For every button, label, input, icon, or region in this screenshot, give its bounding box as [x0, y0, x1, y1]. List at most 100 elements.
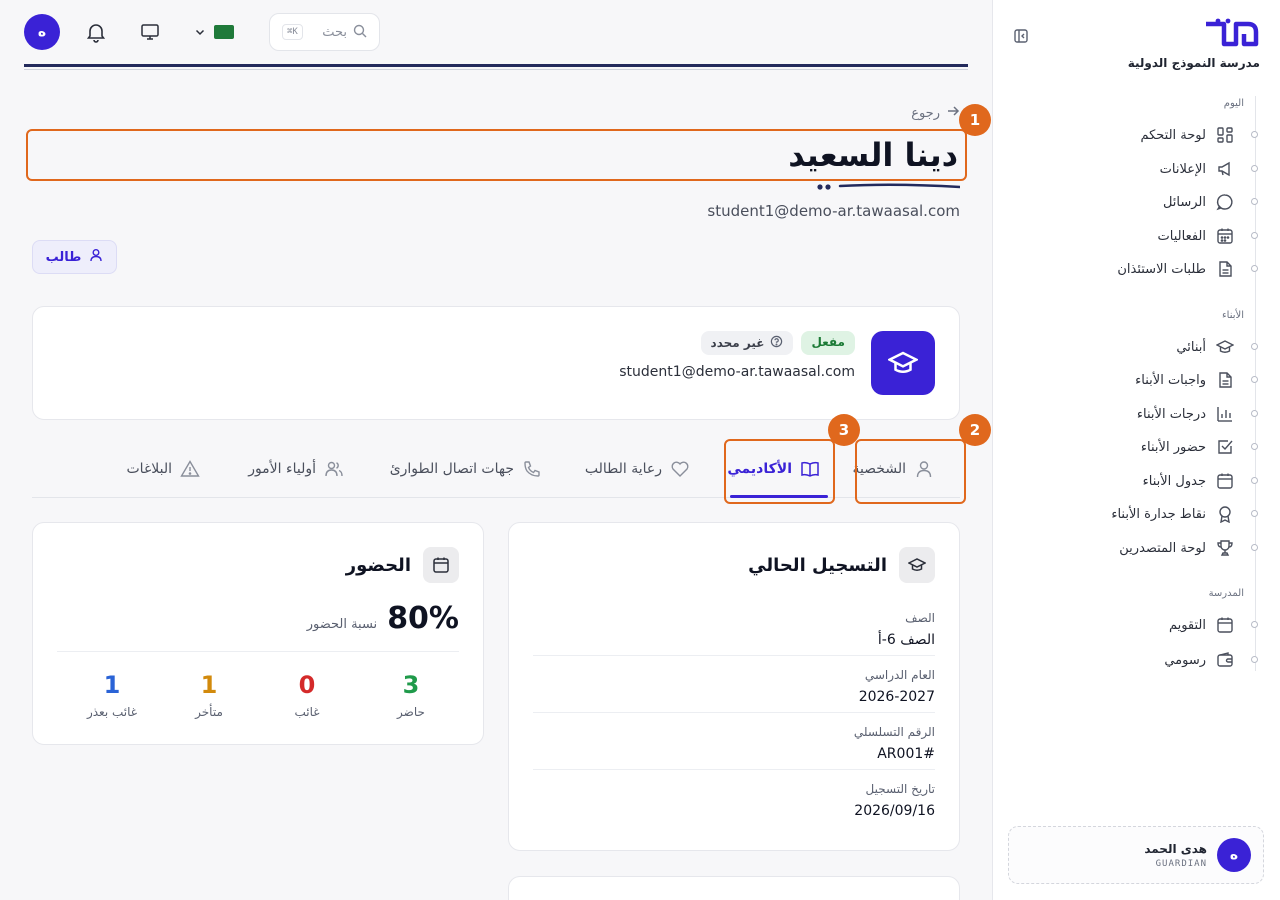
tab-label: البلاغات: [126, 461, 173, 477]
tab-emergency-contacts[interactable]: جهات اتصال الطوارئ: [390, 452, 542, 486]
attendance-percent: 80%: [387, 601, 459, 636]
megaphone-icon: [1216, 160, 1234, 178]
alert-triangle-icon: [180, 459, 200, 479]
search-input[interactable]: بحث K⌘: [269, 13, 380, 51]
current-enrollment-card: التسجيل الحالي الصف الصف 6-أ العام الدرا…: [508, 522, 960, 851]
sidebar-item-children-attendance[interactable]: حضور الأبناء: [1040, 434, 1260, 460]
school-logo[interactable]: [1204, 18, 1260, 48]
status-badge-active: مفعل: [801, 331, 855, 355]
stat-label: غائب بعذر: [86, 705, 138, 719]
header-rule-thin: [24, 69, 968, 70]
enrollment-title: التسجيل الحالي: [748, 554, 887, 576]
tab-label: جهات اتصال الطوارئ: [389, 461, 514, 477]
stat-value: 3: [402, 671, 420, 699]
sidebar-item-children-merit-points[interactable]: نقاط جدارة الأبناء: [1040, 501, 1260, 527]
sidebar-item-my-children[interactable]: أبنائي: [1040, 334, 1260, 360]
sidebar-item-label: جدول الأبناء: [1142, 473, 1206, 489]
field-value: 2026/09/16: [854, 803, 935, 819]
field-label: العام الدراسي: [864, 668, 935, 682]
sidebar-item-label: طلبات الاستئذان: [1117, 261, 1206, 277]
trophy-icon: [1216, 539, 1234, 557]
page-title: دينا السعيد: [788, 136, 958, 174]
sidebar-item-label: الفعاليات: [1157, 228, 1206, 244]
sidebar-item-children-grades[interactable]: درجات الأبناء: [1040, 401, 1260, 427]
student-profile-card: مفعل غير محدد student1@demo-ar.tawaasal.…: [32, 306, 960, 420]
sidebar-item-label: لوحة التحكم: [1140, 127, 1206, 143]
sidebar-item-leaderboard[interactable]: لوحة المتصدرين: [1040, 535, 1260, 561]
annotation-badge-3: 3: [828, 414, 860, 446]
sidebar-item-label: التقويم: [1168, 617, 1206, 633]
arrow-right-icon: [946, 104, 960, 122]
sidebar-item-messages[interactable]: الرسائل: [1040, 189, 1260, 215]
annotation-badge-2: 2: [959, 414, 991, 446]
divider: [57, 651, 459, 652]
stat-excused-absence: 1 غائب بعذر: [62, 671, 162, 719]
sidebar-item-label: واجبات الأبناء: [1135, 372, 1206, 388]
sidebar-item-calendar[interactable]: التقويم: [1040, 612, 1260, 638]
saudi-flag-icon: [214, 25, 234, 39]
field-label: الرقم التسلسلي: [853, 725, 935, 739]
monitor-icon[interactable]: [138, 20, 162, 44]
user-icon: [89, 248, 103, 266]
heart-icon: [670, 459, 690, 479]
field-value: 2026-2027: [858, 689, 935, 705]
sidebar-item-dashboard[interactable]: لوحة التحكم: [1040, 122, 1260, 148]
sidebar-item-label: رسومي: [1164, 652, 1206, 668]
current-user-card[interactable]: ه هدى الحمد GUARDIAN: [1008, 826, 1264, 884]
section-label-children: الأبناء: [1221, 310, 1244, 321]
avatar[interactable]: ه: [24, 14, 60, 50]
sidebar-item-children-schedule[interactable]: جدول الأبناء: [1040, 468, 1260, 494]
sidebar-item-label: حضور الأبناء: [1140, 439, 1206, 455]
attendance-card: الحضور 80% نسبة الحضور 3 حاضر 0 غائب 1 م…: [32, 522, 484, 745]
tab-label: رعاية الطالب: [584, 461, 662, 477]
tab-student-care[interactable]: رعاية الطالب: [585, 452, 690, 486]
sidebar-item-my-fees[interactable]: رسومي: [1040, 647, 1260, 673]
sidebar-item-label: لوحة المتصدرين: [1119, 540, 1206, 556]
user-name: هدى الحمد: [1144, 841, 1207, 856]
next-card: [508, 876, 960, 900]
stat-present: 3 حاضر: [361, 671, 461, 719]
tab-reports[interactable]: البلاغات: [127, 452, 201, 486]
tab-label: أولياء الأمور: [248, 461, 316, 477]
document-icon: [1216, 371, 1234, 389]
language-select[interactable]: [194, 20, 234, 44]
sidebar-item-children-homework[interactable]: واجبات الأبناء: [1040, 367, 1260, 393]
field-value: الصف 6-أ: [877, 632, 935, 648]
student-email: student1@demo-ar.tawaasal.com: [707, 202, 960, 220]
personal-tab-highlight-box: [855, 439, 966, 504]
tab-guardians[interactable]: أولياء الأمور: [248, 452, 344, 486]
stat-label: غائب: [294, 705, 320, 719]
bar-chart-icon: [1216, 405, 1234, 423]
bell-icon[interactable]: [84, 20, 108, 44]
title-highlight-box: دينا السعيد: [26, 129, 967, 181]
sidebar-item-permission-requests[interactable]: طلبات الاستئذان: [1040, 256, 1260, 282]
stat-absent: 0 غائب: [257, 671, 357, 719]
sidebar-item-label: أبنائي: [1176, 339, 1206, 355]
search-placeholder: بحث: [322, 24, 347, 40]
sidebar-item-announcements[interactable]: الإعلانات: [1040, 156, 1260, 182]
enrollment-field-academic-year: العام الدراسي 2026-2027: [533, 656, 935, 713]
back-label: رجوع: [911, 105, 940, 121]
document-icon: [1216, 260, 1234, 278]
role-chip: طالب: [32, 240, 117, 274]
attendance-percent-label: نسبة الحضور: [306, 617, 378, 632]
sidebar-collapse-icon[interactable]: [1013, 28, 1029, 44]
status-badge-unset-label: غير محدد: [710, 336, 765, 350]
section-label-today: اليوم: [1223, 98, 1244, 109]
calendar-icon: [1216, 472, 1234, 490]
section-label-school: المدرسة: [1208, 588, 1244, 599]
search-shortcut: K⌘: [282, 24, 303, 40]
search-icon: [353, 23, 367, 42]
checkbox-icon: [1216, 438, 1234, 456]
enrollment-field-serial-number: الرقم التسلسلي AR001#: [533, 713, 935, 770]
header-rule: [24, 64, 968, 67]
sidebar-item-label: درجات الأبناء: [1136, 406, 1206, 422]
graduation-cap-icon: [871, 331, 935, 395]
chat-icon: [1216, 193, 1234, 211]
award-icon: [1216, 505, 1234, 523]
stat-late: 1 متأخر: [159, 671, 259, 719]
back-link[interactable]: رجوع: [911, 104, 960, 122]
enrollment-field-grade: الصف الصف 6-أ: [533, 599, 935, 656]
stat-value: 1: [200, 671, 218, 699]
sidebar-item-events[interactable]: الفعاليات: [1040, 223, 1260, 249]
